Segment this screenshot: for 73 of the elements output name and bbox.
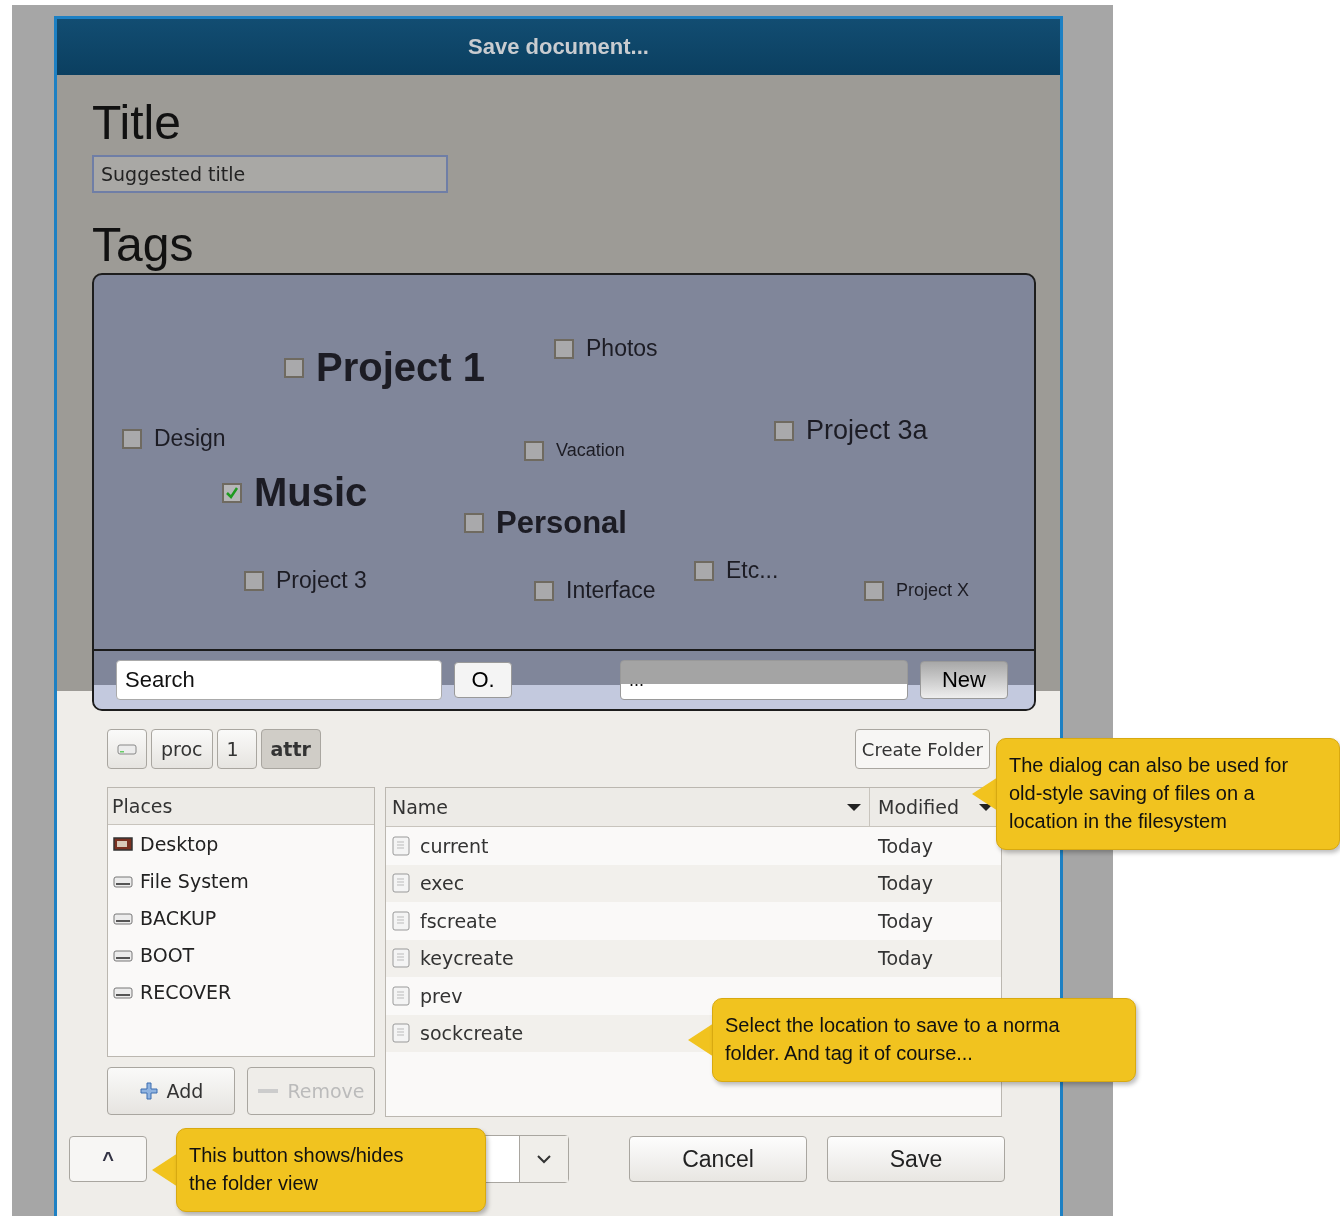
- search-field[interactable]: Search: [116, 660, 442, 700]
- file-name: current: [420, 834, 489, 857]
- save-button[interactable]: Save: [827, 1136, 1005, 1182]
- drive-icon: [117, 742, 137, 756]
- file-name: prev: [420, 984, 463, 1007]
- section-heading: Title: [92, 95, 182, 151]
- checkbox[interactable]: [244, 570, 264, 591]
- checkbox[interactable]: [464, 513, 484, 533]
- modified-date: Today: [878, 947, 933, 970]
- path-drive-button[interactable]: [107, 729, 147, 769]
- path-button[interactable]: proc: [151, 729, 213, 769]
- sort-arrow-icon: [847, 803, 861, 811]
- checkbox[interactable]: [774, 420, 794, 441]
- file-icon: [392, 1023, 410, 1044]
- tag-checkbox[interactable]: Interface: [534, 577, 656, 604]
- callout-tooltip: The dialog can also be used for old-style saving of files on a location in the filesystem: [996, 738, 1340, 850]
- file-icon: [392, 985, 410, 1006]
- search-button[interactable]: O.: [454, 662, 512, 698]
- new-tag-button[interactable]: New: [920, 661, 1008, 699]
- plus-icon: [138, 1081, 159, 1101]
- tag-checkbox[interactable]: Project X: [864, 580, 970, 601]
- toggle-folder-view-button[interactable]: ^: [69, 1136, 147, 1182]
- checkbox[interactable]: [864, 580, 884, 601]
- file-icon: [392, 910, 410, 931]
- place-item[interactable]: BACKUP: [108, 899, 374, 936]
- title-field[interactable]: Suggested title: [92, 155, 448, 193]
- place-item[interactable]: Desktop: [108, 825, 374, 862]
- file-name: fscreate: [420, 909, 497, 932]
- checkbox[interactable]: [122, 428, 142, 449]
- file-icon: [392, 873, 410, 894]
- tag-checkbox[interactable]: Design: [122, 425, 226, 452]
- checkbox[interactable]: [284, 357, 304, 378]
- dialog-title: Save document...: [57, 19, 1060, 75]
- tag-checkbox[interactable]: Project 3a: [774, 415, 928, 446]
- callout-tooltip: This button shows/hides the folder view: [176, 1128, 486, 1212]
- create-folder-button[interactable]: Create Folder: [854, 729, 990, 769]
- checkbox[interactable]: [554, 338, 574, 359]
- file-name: keycreate: [420, 947, 514, 970]
- tag-checkbox[interactable]: Etc...: [694, 557, 779, 584]
- checkbox[interactable]: [534, 580, 554, 601]
- minus-icon: [257, 1087, 280, 1095]
- chevron-down-icon: [535, 1153, 553, 1165]
- tag-checkbox[interactable]: Project 3: [244, 567, 367, 594]
- column-header[interactable]: Name: [386, 788, 870, 826]
- place-item[interactable]: File System: [108, 862, 374, 899]
- tag-checkbox[interactable]: Project 1: [284, 345, 485, 390]
- modified-date: Today: [878, 872, 933, 895]
- place-item[interactable]: BOOT: [108, 936, 374, 973]
- place-item[interactable]: RECOVER: [108, 973, 374, 1010]
- checkbox[interactable]: [524, 440, 544, 461]
- tag-checkbox[interactable]: Music: [222, 470, 368, 515]
- path-button[interactable]: attr: [260, 729, 321, 769]
- tag-checkbox[interactable]: Photos: [554, 335, 658, 362]
- file-name: sockcreate: [420, 1022, 524, 1045]
- desktop-icon: [112, 835, 134, 852]
- file-icon: [392, 835, 410, 856]
- file-row[interactable]: exec Today: [386, 864, 1001, 902]
- file-row[interactable]: keycreate Today: [386, 939, 1001, 977]
- cancel-button[interactable]: Cancel: [629, 1136, 807, 1182]
- file-name: exec: [420, 872, 465, 895]
- tag-checkbox[interactable]: Vacation: [524, 440, 625, 461]
- new-tag-field[interactable]: ...: [620, 660, 908, 700]
- file-icon: [392, 948, 410, 969]
- modified-date: Today: [878, 834, 933, 857]
- path-button[interactable]: 1: [216, 729, 257, 769]
- column-header: Places: [108, 788, 374, 825]
- checkbox[interactable]: [694, 560, 714, 581]
- section-heading: Tags: [92, 217, 195, 273]
- modified-date: Today: [878, 909, 933, 932]
- add-button[interactable]: Add: [107, 1067, 235, 1115]
- checkbox[interactable]: [222, 482, 242, 503]
- callout-tooltip: Select the location to save to a norma folder. And tag it of course...: [712, 998, 1136, 1082]
- tag-checkbox[interactable]: Personal: [464, 505, 627, 541]
